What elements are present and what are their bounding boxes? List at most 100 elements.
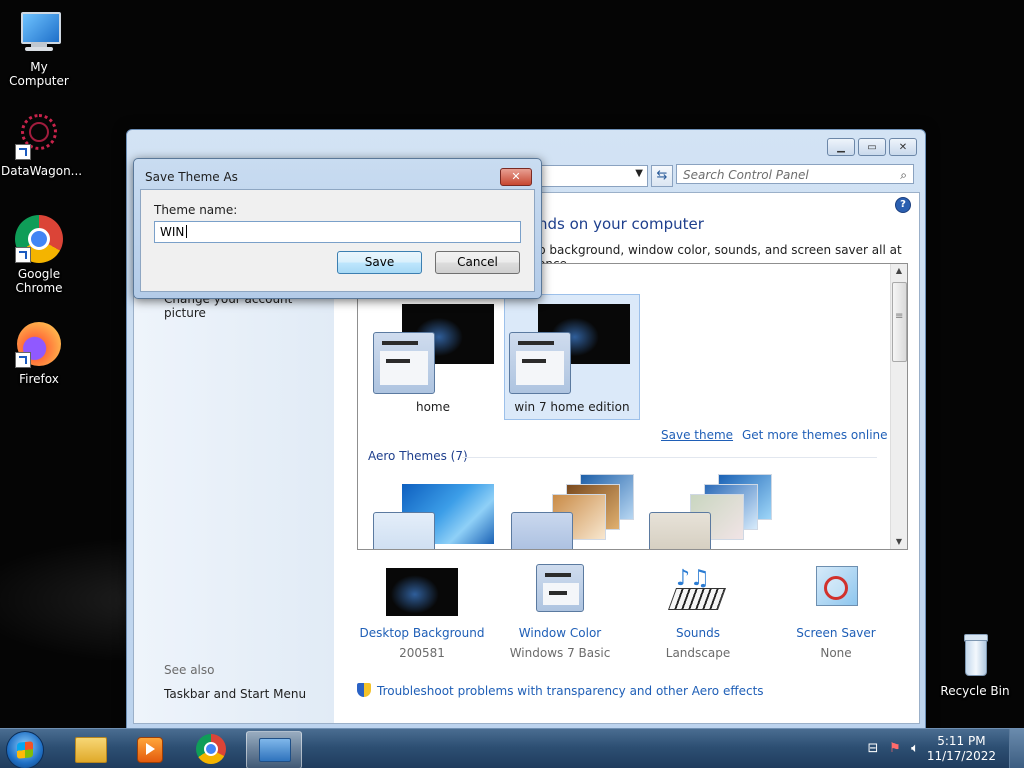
taskbar-start-menu-link[interactable]: Taskbar and Start Menu [164,687,306,701]
section-divider [462,457,877,458]
screen-saver-option[interactable]: Screen Saver None [771,566,901,660]
taskbar-chrome[interactable] [184,731,238,767]
theme-color-swatch [511,512,573,549]
theme-tile-aero[interactable] [366,474,500,549]
minimize-button[interactable]: ▁ [827,138,855,156]
desktop-background-icon [386,568,458,616]
save-button[interactable]: Save [337,251,422,274]
sounds-icon: ♪♫ [662,566,734,616]
clock-date: 11/17/2022 [926,749,996,763]
show-desktop-button[interactable] [1009,729,1024,768]
clock[interactable]: 5:11 PM 11/17/2022 [927,734,996,764]
troubleshoot-link-text: Troubleshoot problems with transparency … [377,684,764,698]
taskbar-control-panel[interactable] [246,731,302,768]
taskbar-media-player[interactable] [122,731,176,767]
option-value: None [820,646,852,660]
help-icon[interactable]: ? [895,197,911,213]
taskbar: ⊟ ⚑ 🔈︎ 5:11 PM 11/17/2022 [0,728,1024,768]
dialog-title: Save Theme As [145,170,238,184]
desktop-icon-firefox[interactable]: Firefox [1,320,77,386]
theme-name-value: WIN [160,225,185,239]
text-cursor [186,225,188,238]
dialog-close-button[interactable]: ✕ [500,168,532,186]
theme-name-input[interactable]: WIN [154,221,521,243]
cancel-button[interactable]: Cancel [435,251,520,274]
save-theme-dialog: Save Theme As ✕ Theme name: WIN Save Can… [133,158,542,299]
scroll-thumb[interactable] [892,282,907,362]
firefox-icon [15,320,63,368]
shortcut-arrow-icon [15,352,31,368]
maximize-icon: ▭ [867,141,877,153]
control-panel-icon [259,738,291,762]
network-icon[interactable]: ⊟ [865,741,881,757]
search-icon: ⌕ [900,168,907,182]
theme-color-swatch [509,332,571,394]
page-title: nds on your computer [538,215,704,233]
save-theme-link[interactable]: Save theme [661,428,733,442]
sounds-option[interactable]: ♪♫ Sounds Landscape [633,566,763,660]
desktop-icon-label: My Computer [9,60,69,88]
search-placeholder: Search Control Panel [683,168,809,182]
desktop-icon-datawagon[interactable]: DataWagon... [1,112,83,178]
dialog-body: Theme name: WIN Save Cancel [140,189,535,292]
system-tray: ⊟ ⚑ 🔈︎ 5:11 PM 11/17/2022 [849,729,1024,768]
taskbar-explorer[interactable] [62,731,116,767]
desktop-icon-google-chrome[interactable]: Google Chrome [1,215,77,295]
theme-tile-win-7-home-edition[interactable]: win 7 home edition [504,294,640,420]
theme-tile-aero-2[interactable] [504,474,638,549]
shortcut-arrow-icon [15,144,31,160]
theme-color-swatch [649,512,711,549]
theme-tile-home[interactable]: home [366,294,500,418]
see-also-label: See also [164,663,215,677]
theme-color-swatch [373,512,435,549]
theme-list-scrollbar[interactable]: ▲ ▼ [890,264,907,549]
windows-logo-icon [17,741,33,759]
scroll-down-icon[interactable]: ▼ [891,535,907,549]
desktop-icon-my-computer[interactable]: My Computer [1,8,77,88]
close-button[interactable]: ✕ [889,138,917,156]
option-value: 200581 [399,646,445,660]
desktop-icon-label: Google Chrome [15,267,63,295]
theme-label: home [415,400,451,414]
close-icon: ✕ [898,141,908,153]
desktop-icon-recycle-bin[interactable]: Recycle Bin [937,632,1013,698]
desktop-icon-label: Recycle Bin [940,684,1010,698]
screen-saver-icon [800,566,872,616]
window-color-icon [524,564,596,616]
scroll-up-icon[interactable]: ▲ [891,264,907,278]
option-title: Desktop Background [359,626,485,640]
computer-icon [15,8,63,56]
aero-themes-heading: Aero Themes (7) [368,449,468,463]
option-value: Landscape [665,646,731,660]
volume-icon[interactable]: 🔈︎ [907,741,923,757]
datawagon-icon [15,112,63,160]
desktop-background-option[interactable]: Desktop Background 200581 [357,568,487,660]
start-button[interactable] [6,731,44,768]
play-icon [146,743,155,755]
maximize-button[interactable]: ▭ [858,138,886,156]
shield-icon [357,683,371,697]
clock-time: 5:11 PM [937,734,986,748]
desktop-icon-label: Firefox [19,372,59,386]
get-more-themes-link[interactable]: Get more themes online [742,428,888,442]
address-bar-dropdown[interactable]: ▼ [535,165,648,187]
folder-icon [75,737,107,763]
shortcut-arrow-icon [15,247,31,263]
option-value: Windows 7 Basic [509,646,611,660]
option-title: Sounds [675,626,721,640]
search-input[interactable]: Search Control Panel ⌕ [676,164,914,184]
troubleshoot-link[interactable]: Troubleshoot problems with transparency … [357,683,764,698]
refresh-button[interactable]: ⇆ [651,165,673,187]
theme-options: Desktop Background 200581 Window Color W… [357,564,917,668]
theme-tile-aero-3[interactable] [642,474,776,549]
chevron-down-icon: ▼ [635,168,643,179]
action-center-icon[interactable]: ⚑ [887,741,903,757]
option-title: Screen Saver [796,626,876,640]
window-color-option[interactable]: Window Color Windows 7 Basic [495,564,625,660]
theme-label: win 7 home edition [514,400,630,414]
refresh-icon: ⇆ [656,168,668,183]
recycle-bin-icon [951,632,999,680]
option-title: Window Color [518,626,602,640]
chrome-icon [15,215,63,263]
desktop-icon-label: DataWagon... [1,164,83,178]
